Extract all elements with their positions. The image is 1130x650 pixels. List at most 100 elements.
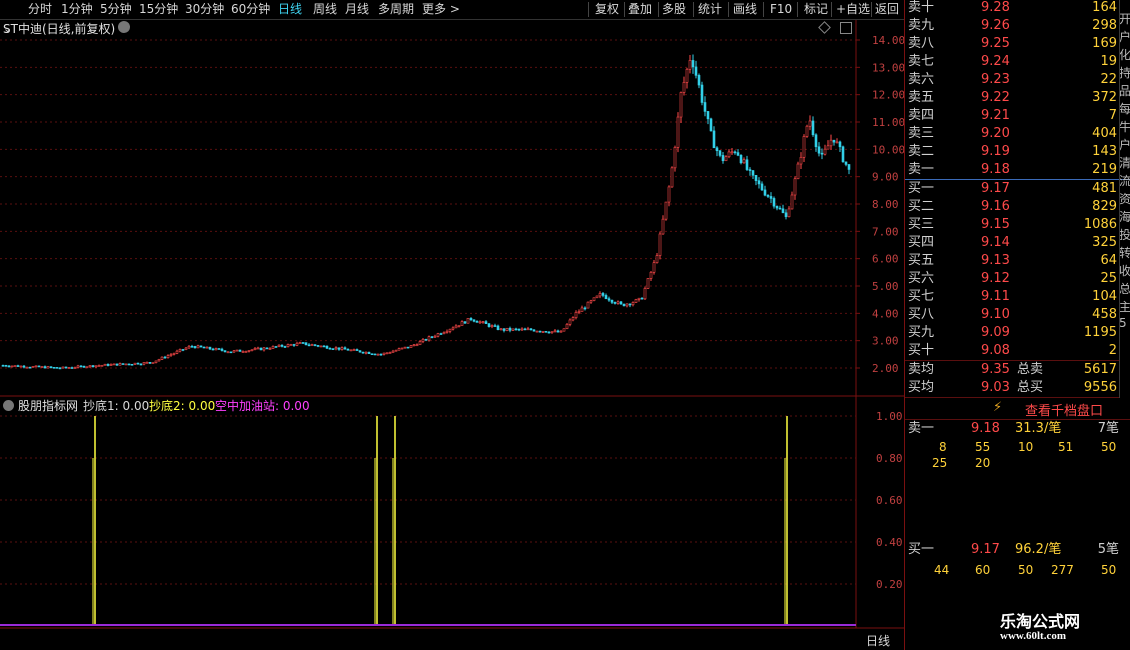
bid-level-row[interactable]: 买一 9.17 481	[905, 180, 1119, 198]
candle	[262, 347, 266, 351]
level-label: 买二	[908, 199, 935, 214]
candle	[115, 363, 119, 366]
price-tick-label: 9.00	[872, 171, 899, 184]
candle	[400, 347, 404, 350]
f10-button[interactable]: F10	[770, 1, 792, 18]
candle	[466, 318, 470, 324]
more-menu[interactable]: 更多 >	[422, 1, 460, 18]
candle	[673, 147, 677, 169]
bid-level-row[interactable]: 买七 9.11 104	[905, 288, 1119, 306]
level-price: 9.19	[981, 144, 1010, 159]
adjust-button[interactable]: 复权	[595, 1, 619, 18]
period-tab[interactable]: 5分钟	[100, 1, 132, 18]
candle	[592, 297, 596, 301]
candle	[793, 178, 797, 196]
candle	[256, 347, 260, 350]
candle	[238, 349, 242, 352]
queue-qty: 44	[934, 563, 950, 577]
candle	[127, 363, 131, 366]
period-tab[interactable]: 月线	[345, 1, 369, 18]
candle	[718, 150, 722, 156]
bid-level-row[interactable]: 买六 9.12 25	[905, 270, 1119, 288]
candle	[451, 327, 455, 330]
candle	[394, 349, 398, 352]
period-tab[interactable]: 周线	[313, 1, 337, 18]
candle	[790, 194, 794, 210]
candle	[211, 348, 215, 351]
level-volume: 104	[1092, 289, 1117, 304]
candle	[130, 363, 134, 366]
ask-level-row[interactable]: 卖五 9.22 372	[905, 89, 1119, 107]
candle	[286, 344, 290, 347]
level-volume: 325	[1092, 235, 1117, 250]
candle	[82, 365, 86, 368]
candle	[829, 139, 833, 147]
queue-detail-row: 卖一 9.18 31.3/笔 7笔	[905, 420, 1119, 438]
candle	[670, 167, 674, 188]
view-depth-button[interactable]: 查看千档盘口	[1025, 400, 1103, 419]
candle	[40, 366, 44, 368]
candle	[844, 161, 848, 165]
bid-level-row[interactable]: 买三 9.15 1086	[905, 216, 1119, 234]
stats-button[interactable]: 统计	[698, 1, 722, 18]
period-tab-active[interactable]: 日线	[278, 1, 302, 18]
candle	[535, 330, 539, 333]
chevron-down-icon[interactable]	[118, 21, 130, 33]
period-tab[interactable]: 分时	[28, 1, 52, 18]
mark-button[interactable]: 标记	[804, 1, 828, 18]
candle	[319, 345, 323, 348]
add-watchlist-button[interactable]: +自选	[836, 1, 870, 18]
ask-level-row[interactable]: 卖一 9.18 219	[905, 161, 1119, 179]
period-toolbar: 分时 1分钟 5分钟 15分钟 30分钟 60分钟 日线 周线 月线 多周期 更…	[0, 0, 904, 20]
candle	[385, 352, 389, 355]
candle	[205, 346, 209, 349]
candle	[274, 346, 278, 348]
candle	[232, 350, 236, 353]
chevron-down-icon[interactable]	[3, 400, 14, 411]
candle	[634, 299, 638, 303]
multi-stock-button[interactable]: 多股	[662, 1, 686, 18]
back-button[interactable]: 返回	[875, 1, 899, 18]
bid-level-row[interactable]: 买四 9.14 325	[905, 234, 1119, 252]
candle	[334, 347, 338, 350]
overlay-button[interactable]: 叠加	[628, 1, 652, 18]
candle	[583, 307, 587, 310]
level-price: 9.14	[981, 235, 1010, 250]
ask-level-row[interactable]: 卖七 9.24 19	[905, 53, 1119, 71]
candle	[163, 356, 167, 359]
period-tab[interactable]: 60分钟	[231, 1, 270, 18]
ask-level-row[interactable]: 卖九 9.26 298	[905, 17, 1119, 35]
ask-level-row[interactable]: 卖六 9.23 22	[905, 71, 1119, 89]
candle	[652, 262, 656, 273]
period-tab[interactable]: 1分钟	[61, 1, 93, 18]
candle	[595, 295, 599, 299]
candle	[757, 180, 761, 185]
ask-level-row[interactable]: 卖八 9.25 169	[905, 35, 1119, 53]
kline-chart[interactable]: 14.00 13.00 12.00 11.00 10.00 9.00 8.00 7.00 6.0…	[0, 20, 904, 630]
bid-level-row[interactable]: 买十 9.08 2	[905, 342, 1119, 360]
bid-level-row[interactable]: 买九 9.09 1195	[905, 324, 1119, 342]
level-label: 卖五	[908, 90, 935, 105]
candle	[346, 348, 350, 351]
candle	[151, 362, 155, 364]
ask-level-row[interactable]: 卖十 9.28 164	[905, 0, 1119, 17]
candle	[166, 355, 170, 358]
candle	[229, 351, 233, 354]
kline-chart-area[interactable]: 14.00 13.00 12.00 11.00 10.00 9.00 8.00 7.00 6.0…	[0, 20, 904, 630]
ask-level-row[interactable]: 卖二 9.19 143	[905, 143, 1119, 161]
window-icon[interactable]	[840, 22, 852, 34]
candle	[556, 330, 560, 333]
ask-level-row[interactable]: 卖三 9.20 404	[905, 125, 1119, 143]
bid-level-row[interactable]: 买八 9.10 458	[905, 306, 1119, 324]
candle	[340, 347, 344, 350]
period-tab[interactable]: 15分钟	[139, 1, 178, 18]
ask-level-row[interactable]: 卖四 9.21 7	[905, 107, 1119, 125]
draw-button[interactable]: 画线	[733, 1, 757, 18]
period-tab[interactable]: 多周期	[378, 1, 414, 18]
candle	[769, 196, 773, 199]
bid-level-row[interactable]: 买五 9.13 64	[905, 252, 1119, 270]
side-strip-char: 品	[1119, 84, 1130, 98]
bid-level-row[interactable]: 买二 9.16 829	[905, 198, 1119, 216]
period-tab[interactable]: 30分钟	[185, 1, 224, 18]
candle	[469, 318, 473, 321]
